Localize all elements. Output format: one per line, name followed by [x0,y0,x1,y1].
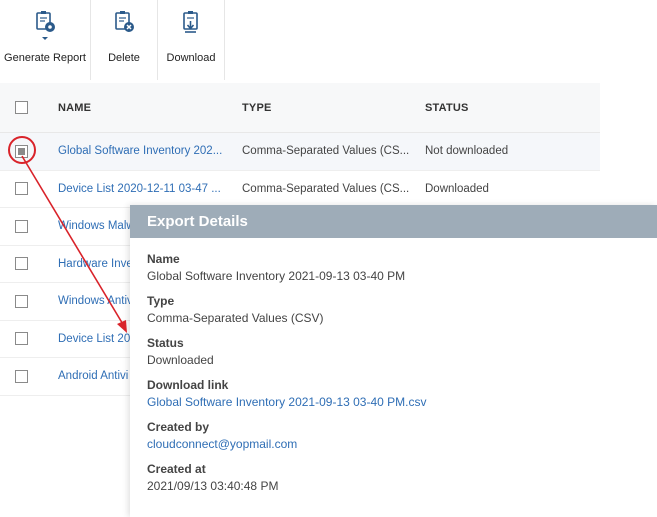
field-value: Comma-Separated Values (CSV) [147,311,324,325]
generate-report-label: Generate Report [4,52,86,64]
report-gear-icon [33,10,57,44]
row-checkbox[interactable] [15,219,28,233]
export-details-panel: Export Details Name Global Software Inve… [130,205,657,517]
report-download-icon [179,10,203,44]
export-type: Comma-Separated Values (CS... [242,182,410,195]
export-status: Not downloaded [425,145,509,158]
row-checkbox[interactable] [15,182,28,196]
field-label: Created at [147,462,206,476]
download-link[interactable]: Global Software Inventory 2021-09-13 03-… [147,393,657,411]
export-type: Comma-Separated Values (CS... [242,145,410,158]
field-name: Name Global Software Inventory 2021-09-1… [147,252,657,294]
column-header-status[interactable]: STATUS [425,102,600,114]
table-header: NAME TYPE STATUS [0,83,600,133]
column-header-name[interactable]: NAME [58,102,242,114]
field-label: Type [147,294,175,308]
field-value: Global Software Inventory 2021-09-13 03-… [147,269,406,283]
field-label: Download link [147,378,229,392]
panel-body: Name Global Software Inventory 2021-09-1… [130,238,657,504]
report-delete-icon [112,10,136,44]
field-label: Created by [147,420,210,434]
row-checkbox[interactable] [15,294,28,308]
panel-header: Export Details [130,205,657,238]
download-label: Download [166,52,216,64]
export-status: Downloaded [425,182,489,195]
generate-report-button[interactable]: Generate Report [0,0,90,80]
export-name-link[interactable]: Device List 2020-12-11 03-47 ... [58,183,242,195]
field-created-by: Created by cloudconnect@yopmail.com [147,420,657,462]
field-created-at: Created at 2021/09/13 03:40:48 PM [147,462,657,504]
delete-button[interactable]: Delete [91,0,157,80]
export-name-link[interactable]: Global Software Inventory 202... [58,145,242,157]
field-value: 2021/09/13 03:40:48 PM [147,479,279,493]
field-type: Type Comma-Separated Values (CSV) [147,294,657,336]
annotation-highlight-circle [8,136,36,164]
field-label: Name [147,252,180,266]
table-row[interactable]: Global Software Inventory 202... Comma-S… [0,133,600,171]
row-checkbox[interactable] [15,332,28,346]
select-all-checkbox[interactable] [15,101,28,114]
row-checkbox[interactable] [15,369,28,383]
column-header-type[interactable]: TYPE [242,102,425,114]
field-value: Downloaded [147,353,214,367]
toolbar-divider [224,0,225,80]
panel-title: Export Details [147,213,248,230]
created-by-email-link[interactable]: cloudconnect@yopmail.com [147,435,657,453]
delete-label: Delete [108,52,140,64]
field-download-link: Download link Global Software Inventory … [147,378,657,420]
download-button[interactable]: Download [158,0,224,80]
field-label: Status [147,336,184,350]
row-checkbox[interactable] [15,257,28,271]
table-row[interactable]: Device List 2020-12-11 03-47 ... Comma-S… [0,171,600,208]
toolbar: Generate Report Delete Download [0,0,225,80]
field-status: Status Downloaded [147,336,657,378]
